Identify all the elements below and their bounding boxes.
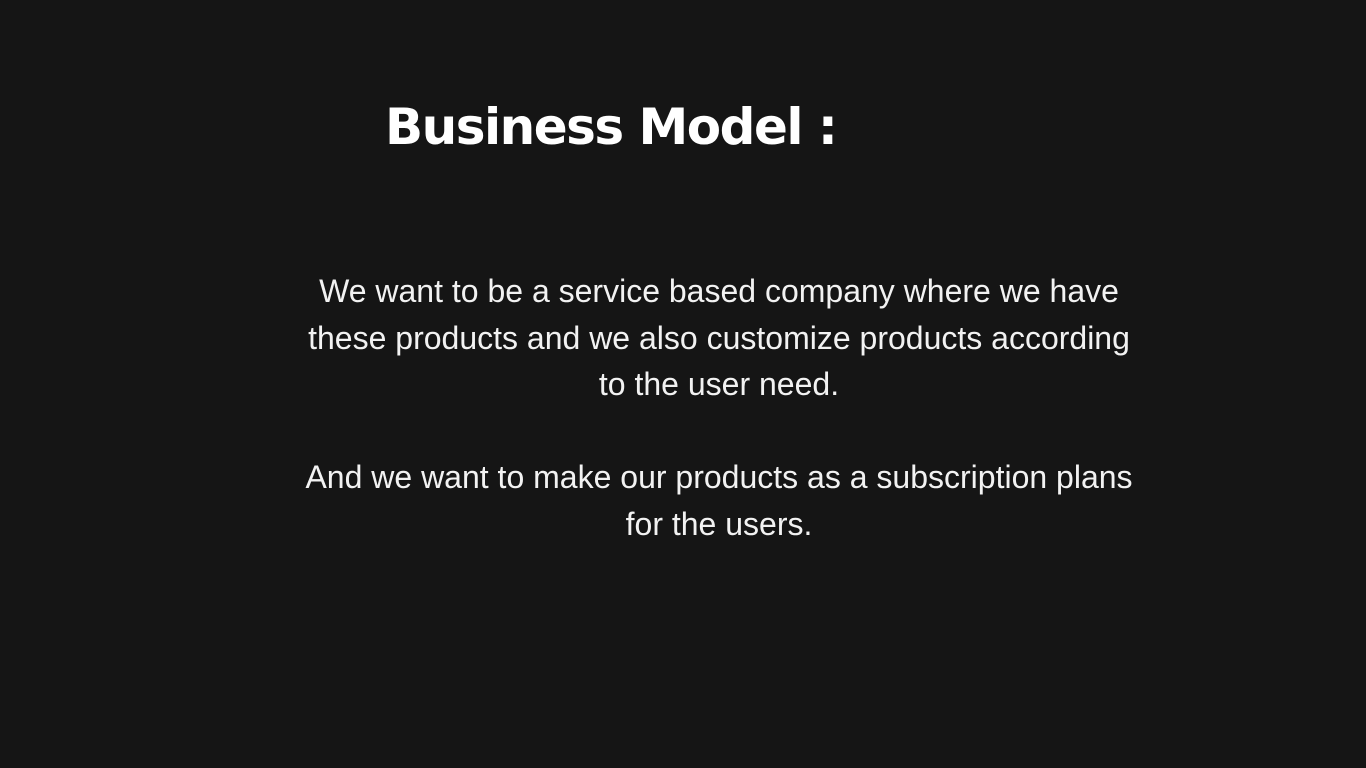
slide-title: Business Model : <box>385 98 838 156</box>
body-paragraph-subscription-plans: And we want to make our products as a su… <box>305 459 1133 542</box>
slide: Business Model : We want to be a service… <box>0 0 1366 768</box>
slide-body: We want to be a service based company wh… <box>300 268 1138 547</box>
body-paragraph-service-model: We want to be a service based company wh… <box>308 273 1130 402</box>
